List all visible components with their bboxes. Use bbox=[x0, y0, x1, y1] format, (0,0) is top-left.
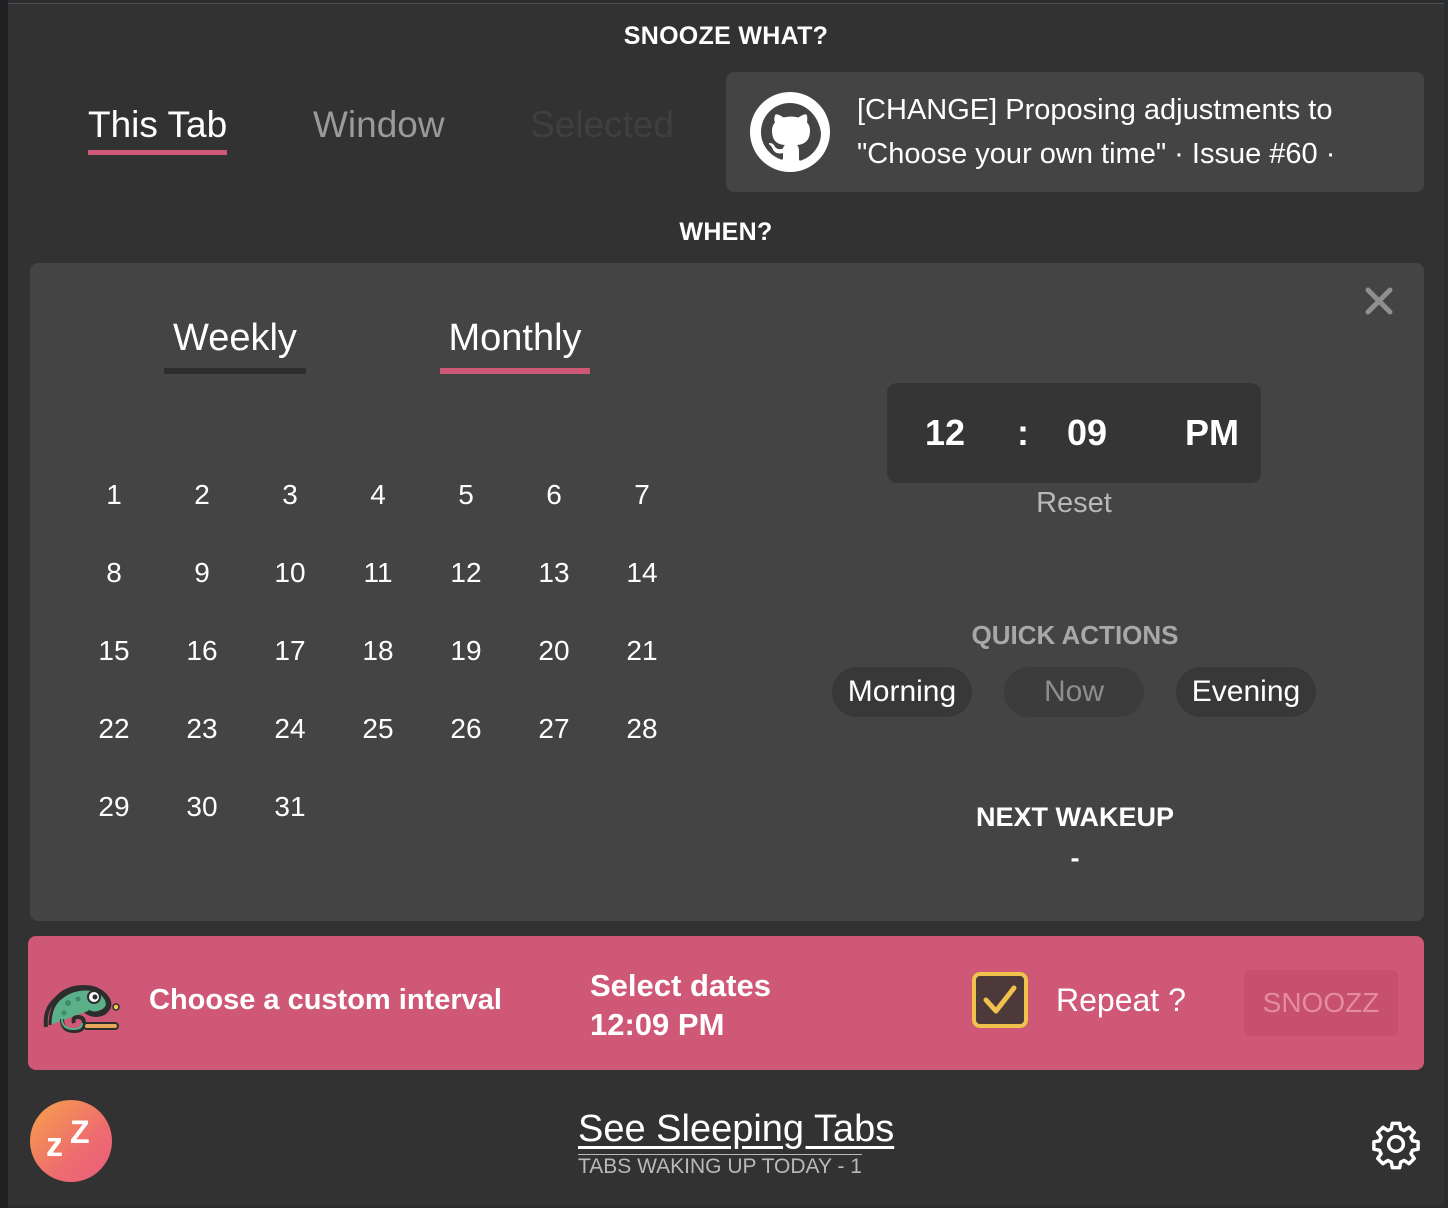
calendar-day[interactable]: 17 bbox=[246, 612, 334, 690]
snooze-target-tabs: This Tab Window Selected bbox=[8, 74, 708, 184]
selection-summary: Select dates 12:09 PM bbox=[590, 966, 771, 1044]
calendar-day[interactable]: 15 bbox=[70, 612, 158, 690]
calendar-day[interactable]: 2 bbox=[158, 456, 246, 534]
when-title: WHEN? bbox=[679, 218, 773, 246]
month-day-grid: 1 2 3 4 5 6 7 8 9 10 11 12 13 14 15 16 17 18 19 20 21 22 23 24 2… bbox=[70, 456, 686, 846]
checkmark-icon bbox=[983, 985, 1017, 1014]
calendar-day[interactable]: 27 bbox=[510, 690, 598, 768]
calendar-day[interactable]: 9 bbox=[158, 534, 246, 612]
calendar-day[interactable]: 7 bbox=[598, 456, 686, 534]
calendar-day[interactable]: 10 bbox=[246, 534, 334, 612]
see-sleeping-tabs-link[interactable]: See Sleeping Tabs bbox=[578, 1108, 894, 1151]
close-icon[interactable] bbox=[1363, 285, 1395, 317]
app-logo[interactable]: z Z bbox=[30, 1100, 112, 1182]
snooze-popup: SNOOZE WHAT? This Tab Window Selected [C… bbox=[8, 3, 1444, 1205]
calendar-day[interactable]: 21 bbox=[598, 612, 686, 690]
quick-action-morning[interactable]: Morning bbox=[832, 667, 972, 717]
calendar-day[interactable]: 18 bbox=[334, 612, 422, 690]
logo-z-large: Z bbox=[70, 1114, 90, 1150]
next-wakeup-value: - bbox=[1070, 843, 1080, 873]
calendar-day[interactable]: 29 bbox=[70, 768, 158, 846]
calendar-day[interactable]: 23 bbox=[158, 690, 246, 768]
github-icon bbox=[750, 92, 830, 172]
chameleon-icon bbox=[43, 984, 120, 1034]
background-window-edge bbox=[0, 0, 8, 1208]
calendar-day[interactable]: 28 bbox=[598, 690, 686, 768]
snooze-action-bar: Choose a custom interval Select dates 12… bbox=[28, 936, 1424, 1070]
quick-action-evening[interactable]: Evening bbox=[1176, 667, 1316, 717]
calendar-day[interactable]: 14 bbox=[598, 534, 686, 612]
gear-icon[interactable] bbox=[1370, 1118, 1422, 1170]
calendar-day[interactable]: 25 bbox=[334, 690, 422, 768]
tab-this-tab[interactable]: This Tab bbox=[88, 104, 228, 155]
quick-action-now[interactable]: Now bbox=[1004, 667, 1144, 717]
calendar-day[interactable]: 30 bbox=[158, 768, 246, 846]
when-panel: Weekly Monthly 1 2 3 4 5 6 7 8 9 10 11 12 13 14 15 16 17… bbox=[30, 263, 1424, 921]
mode-tab-monthly[interactable]: Monthly bbox=[440, 317, 590, 374]
calendar-day[interactable]: 31 bbox=[246, 768, 334, 846]
calendar-day[interactable]: 20 bbox=[510, 612, 598, 690]
mode-tab-weekly[interactable]: Weekly bbox=[164, 317, 306, 374]
calendar-day[interactable]: 13 bbox=[510, 534, 598, 612]
time-separator: : bbox=[1017, 412, 1029, 453]
hour-field[interactable]: 12 bbox=[925, 383, 965, 483]
current-tab-info: [CHANGE] Proposing adjustments to "Choos… bbox=[726, 72, 1424, 192]
snooze-what-title: SNOOZE WHAT? bbox=[623, 22, 829, 50]
calendar-day[interactable]: 5 bbox=[422, 456, 510, 534]
calendar-day[interactable]: 24 bbox=[246, 690, 334, 768]
quick-actions-title: QUICK ACTIONS bbox=[971, 620, 1179, 650]
current-tab-title: [CHANGE] Proposing adjustments to "Choos… bbox=[857, 94, 1336, 170]
calendar-day[interactable]: 26 bbox=[422, 690, 510, 768]
custom-interval-label: Choose a custom interval bbox=[149, 984, 502, 1016]
calendar-day[interactable]: 12 bbox=[422, 534, 510, 612]
tab-window[interactable]: Window bbox=[313, 104, 445, 150]
repeat-checkbox[interactable] bbox=[972, 972, 1028, 1028]
calendar-day[interactable]: 6 bbox=[510, 456, 598, 534]
period-field[interactable]: PM bbox=[1185, 383, 1239, 483]
next-wakeup-title: NEXT WAKEUP bbox=[975, 802, 1175, 832]
calendar-day[interactable]: 8 bbox=[70, 534, 158, 612]
select-dates-label: Select dates bbox=[590, 968, 771, 1003]
calendar-day[interactable]: 3 bbox=[246, 456, 334, 534]
calendar-day[interactable]: 16 bbox=[158, 612, 246, 690]
time-picker[interactable]: 12 : 09 PM bbox=[887, 383, 1261, 483]
calendar-day[interactable]: 11 bbox=[334, 534, 422, 612]
reset-button[interactable]: Reset bbox=[887, 487, 1261, 520]
snooze-button[interactable]: SNOOZZ bbox=[1244, 970, 1398, 1036]
calendar-day[interactable]: 4 bbox=[334, 456, 422, 534]
calendar-day[interactable]: 22 bbox=[70, 690, 158, 768]
selected-time-label: 12:09 PM bbox=[590, 1007, 725, 1042]
minute-field[interactable]: 09 bbox=[1067, 383, 1107, 483]
tabs-waking-today: TABS WAKING UP TODAY - 1 bbox=[578, 1154, 862, 1178]
logo-z-small: z bbox=[46, 1126, 63, 1164]
calendar-day[interactable]: 19 bbox=[422, 612, 510, 690]
repeat-label[interactable]: Repeat ? bbox=[1056, 982, 1186, 1019]
calendar-day[interactable]: 1 bbox=[70, 456, 158, 534]
tab-selected: Selected bbox=[530, 104, 674, 145]
